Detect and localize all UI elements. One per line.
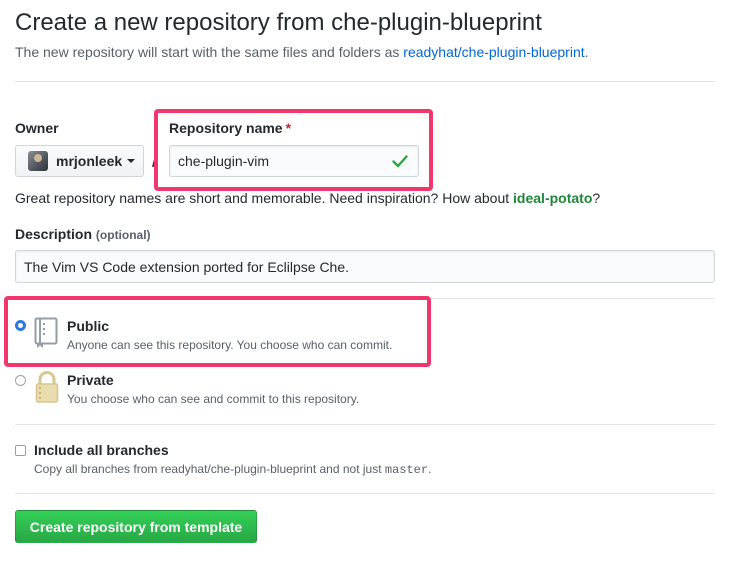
lock-icon xyxy=(35,371,59,408)
description-value: The Vim VS Code extension ported for Ecl… xyxy=(24,258,350,275)
include-branches-description: Copy all branches from readyhat/che-plug… xyxy=(34,462,431,477)
repository-name-value: che-plugin-vim xyxy=(178,153,270,169)
header-divider xyxy=(15,81,715,82)
description-input[interactable]: The Vim VS Code extension ported for Ecl… xyxy=(15,250,715,283)
owner-name: mrjonleek xyxy=(56,153,123,169)
repository-name-label: Repository name * xyxy=(169,120,291,136)
subtitle-text: The new repository will start with the s… xyxy=(15,44,404,60)
include-branches-checkbox[interactable] xyxy=(15,445,26,456)
page-subtitle: The new repository will start with the s… xyxy=(15,44,589,60)
check-icon xyxy=(392,153,408,172)
repo-icon xyxy=(34,317,58,354)
private-title: Private xyxy=(67,372,114,388)
template-repo-link[interactable]: readyhat/che-plugin-blueprint xyxy=(403,44,584,60)
repository-name-label-text: Repository name xyxy=(169,120,283,136)
create-repository-button[interactable]: Create repository from template xyxy=(15,510,257,543)
optional-note: (optional) xyxy=(95,228,151,242)
required-mark: * xyxy=(285,120,292,136)
subtitle-suffix: . xyxy=(584,44,589,60)
include-branches-title: Include all branches xyxy=(34,442,169,458)
branches-desc-text: Copy all branches from readyhat/che-plug… xyxy=(34,462,385,476)
public-description: Anyone can see this repository. You choo… xyxy=(67,338,393,352)
page-title: Create a new repository from che-plugin-… xyxy=(15,9,542,36)
repository-name-hint: Great repository names are short and mem… xyxy=(15,190,600,206)
private-description: You choose who can see and commit to thi… xyxy=(67,392,360,406)
avatar xyxy=(28,151,48,171)
owner-label: Owner xyxy=(15,120,59,136)
description-label: Description (optional) xyxy=(15,226,151,242)
caret-down-icon xyxy=(127,159,136,163)
owner-dropdown[interactable]: mrjonleek xyxy=(15,145,144,177)
private-radio[interactable] xyxy=(15,375,26,386)
hint-text: Great repository names are short and mem… xyxy=(15,190,514,206)
visibility-divider xyxy=(15,424,715,425)
public-title: Public xyxy=(67,318,110,334)
hint-suffix: ? xyxy=(592,190,601,206)
description-label-text: Description xyxy=(15,226,93,242)
branches-divider xyxy=(15,493,715,494)
public-radio[interactable] xyxy=(15,320,26,331)
branches-desc-code: master xyxy=(384,463,429,477)
repository-name-input[interactable]: che-plugin-vim xyxy=(169,145,419,177)
branches-desc-suffix: . xyxy=(428,462,432,476)
name-suggestion[interactable]: ideal-potato xyxy=(513,190,592,206)
